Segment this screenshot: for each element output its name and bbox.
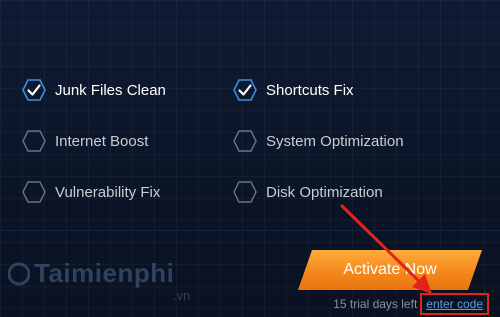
enter-code-link[interactable]: enter code: [420, 293, 489, 315]
feature-internet-boost[interactable]: Internet Boost: [22, 129, 148, 153]
checked-hexagon-icon: [22, 79, 46, 101]
feature-junk-files-clean[interactable]: Junk Files Clean: [22, 78, 166, 102]
feature-label: Shortcuts Fix: [266, 81, 354, 99]
unchecked-hexagon-icon: [22, 130, 46, 152]
feature-label: System Optimization: [266, 132, 404, 150]
watermark-brand: Taimienphi: [34, 258, 175, 288]
divider: [0, 230, 500, 231]
feature-disk-optimization[interactable]: Disk Optimization: [233, 180, 383, 204]
activate-now-label: Activate Now: [343, 261, 437, 278]
trial-row: 15 trial days left enter code: [333, 293, 489, 315]
trial-days-text: 15 trial days left: [333, 297, 418, 311]
feature-label: Vulnerability Fix: [55, 183, 161, 201]
feature-system-optimization[interactable]: System Optimization: [233, 129, 404, 153]
feature-label: Disk Optimization: [266, 183, 383, 201]
unchecked-hexagon-icon: [233, 181, 257, 203]
activate-now-button[interactable]: Activate Now: [298, 250, 482, 290]
activation-window: Junk Files Clean Shortcuts Fix Internet …: [0, 0, 500, 317]
feature-vulnerability-fix[interactable]: Vulnerability Fix: [22, 180, 160, 204]
watermark-suffix: .vn: [173, 288, 191, 303]
feature-shortcuts-fix[interactable]: Shortcuts Fix: [233, 78, 354, 102]
watermark-emblem-icon: [8, 262, 30, 285]
watermark-logo: Taimienphi .vn: [8, 258, 190, 303]
unchecked-hexagon-icon: [233, 130, 257, 152]
feature-label: Internet Boost: [55, 132, 149, 150]
feature-label: Junk Files Clean: [55, 81, 166, 99]
unchecked-hexagon-icon: [22, 181, 46, 203]
checked-hexagon-icon: [233, 79, 257, 101]
